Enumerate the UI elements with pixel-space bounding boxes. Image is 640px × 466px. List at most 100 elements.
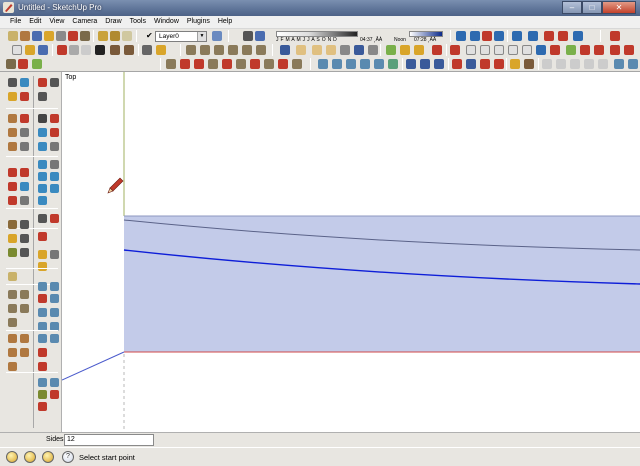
follow-me-shape-icon[interactable] [508, 45, 518, 55]
layer-dropdown[interactable]: Layer0 ▼ [155, 31, 207, 42]
move-tool-icon[interactable] [38, 114, 47, 123]
text-3d-icon[interactable] [614, 59, 624, 69]
paste-icon[interactable] [81, 45, 91, 55]
menu-tools[interactable]: Tools [126, 16, 150, 28]
shape-tool-icon[interactable] [38, 402, 47, 411]
bezier-tool-icon[interactable] [38, 282, 47, 291]
menu-camera[interactable]: Camera [68, 16, 101, 28]
look-tool-icon[interactable] [50, 214, 59, 223]
sandbox-stamp-icon[interactable] [466, 59, 476, 69]
circle-outline-tool-icon[interactable] [50, 378, 59, 387]
rotate-icon[interactable] [122, 31, 132, 41]
styles-icon[interactable] [414, 45, 424, 55]
plugin-1-icon[interactable] [8, 290, 17, 299]
dimension-tool-icon[interactable] [20, 168, 29, 177]
section-cut-icon[interactable] [482, 31, 492, 41]
store-icon[interactable] [228, 45, 238, 55]
redo-icon[interactable] [124, 45, 134, 55]
stamp-icon[interactable] [624, 45, 634, 55]
zoom-window-tool-icon[interactable] [50, 172, 59, 181]
section-tool-icon[interactable] [38, 232, 47, 241]
sandbox-smoove-icon[interactable] [452, 59, 462, 69]
menu-file[interactable]: File [6, 16, 25, 28]
house-icon[interactable] [186, 45, 196, 55]
smoove-icon[interactable] [610, 45, 620, 55]
sandbox-drape-icon[interactable] [480, 59, 490, 69]
left-view-icon[interactable] [354, 45, 364, 55]
shadow-settings-icon[interactable] [243, 31, 253, 41]
edges-icon[interactable] [434, 59, 444, 69]
orbit-tool-icon[interactable] [38, 160, 47, 169]
wireframe-icon[interactable] [346, 59, 356, 69]
print-icon[interactable] [142, 45, 152, 55]
position-camera-icon[interactable] [208, 59, 218, 69]
menu-help[interactable]: Help [214, 16, 236, 28]
freehand-plugin-icon[interactable] [38, 362, 47, 371]
catmull-tool-icon[interactable] [38, 308, 47, 317]
google-tool-icon[interactable] [20, 248, 29, 257]
erase-tool-icon[interactable] [20, 92, 29, 101]
axes-icon[interactable] [512, 31, 522, 41]
polyline-tool-icon[interactable] [50, 294, 59, 303]
dimension-icon[interactable] [544, 31, 554, 41]
nurbs-tool-icon[interactable] [50, 308, 59, 317]
close-button[interactable]: ✕ [602, 1, 636, 14]
offset-shape-icon[interactable] [494, 45, 504, 55]
cut-icon[interactable] [57, 45, 67, 55]
line-plugin-icon[interactable] [50, 334, 59, 343]
plugin-10-icon[interactable] [8, 362, 17, 371]
plugin-9-icon[interactable] [20, 348, 29, 357]
freehand-tool-icon[interactable] [20, 142, 29, 151]
paint-icon[interactable] [18, 59, 28, 69]
settings-tool-icon[interactable] [50, 250, 59, 259]
measurements-input[interactable]: 12 [64, 434, 154, 446]
next-view-icon[interactable] [264, 59, 274, 69]
text-tool-icon[interactable] [20, 182, 29, 191]
hidden-line-icon[interactable] [360, 59, 370, 69]
solid-outer-shell-icon[interactable] [598, 59, 608, 69]
paint-sample-tool-icon[interactable] [8, 234, 17, 243]
plugin-4-icon[interactable] [20, 304, 29, 313]
copy-icon[interactable] [69, 45, 79, 55]
bottom-view-icon[interactable] [368, 45, 378, 55]
paint-bucket-icon[interactable] [44, 31, 54, 41]
paint-tool-icon[interactable] [50, 78, 59, 87]
maximize-button[interactable]: □ [582, 1, 602, 14]
geo-tool-icon[interactable] [8, 248, 17, 257]
question-icon[interactable]: ? [62, 451, 74, 463]
plugin-7-icon[interactable] [20, 334, 29, 343]
circle-tool-icon[interactable] [8, 128, 17, 137]
flag-tool-icon[interactable] [20, 234, 29, 243]
geo-location-icon[interactable] [24, 451, 36, 463]
tape-measure-icon[interactable] [528, 31, 538, 41]
house-front-icon[interactable] [200, 45, 210, 55]
intersect-icon[interactable] [522, 45, 532, 55]
protractor-icon[interactable] [558, 31, 568, 41]
scale-tool-icon[interactable] [38, 142, 47, 151]
walk-tool-icon[interactable] [38, 214, 47, 223]
soften-edges-icon[interactable] [580, 45, 590, 55]
arc-tool-icon[interactable] [20, 128, 29, 137]
spline-tool-icon[interactable] [50, 282, 59, 291]
arc-plugin-icon[interactable] [38, 334, 47, 343]
menu-window[interactable]: Window [150, 16, 183, 28]
rectangle-icon[interactable] [68, 31, 78, 41]
make-component-icon[interactable] [32, 31, 42, 41]
shaded-icon[interactable] [374, 59, 384, 69]
minimize-button[interactable]: – [562, 1, 582, 14]
components-icon[interactable] [386, 45, 396, 55]
polygon-tool-icon[interactable] [8, 142, 17, 151]
zoom-window-icon[interactable] [236, 59, 246, 69]
iso-view-icon[interactable] [280, 45, 290, 55]
undo-icon[interactable] [110, 45, 120, 55]
section-fill-icon[interactable] [494, 31, 504, 41]
sandbox-detail-icon[interactable] [494, 59, 504, 69]
follow-me-tool-icon[interactable] [50, 128, 59, 137]
pencil-icon[interactable] [450, 45, 460, 55]
pan-icon[interactable] [292, 59, 302, 69]
divide-tool-icon[interactable] [38, 378, 47, 387]
polygon-shape-icon[interactable] [480, 45, 490, 55]
solid-subtract-icon[interactable] [556, 59, 566, 69]
modeling-viewport[interactable]: Top [62, 72, 640, 432]
rotate-tool-icon[interactable] [38, 128, 47, 137]
